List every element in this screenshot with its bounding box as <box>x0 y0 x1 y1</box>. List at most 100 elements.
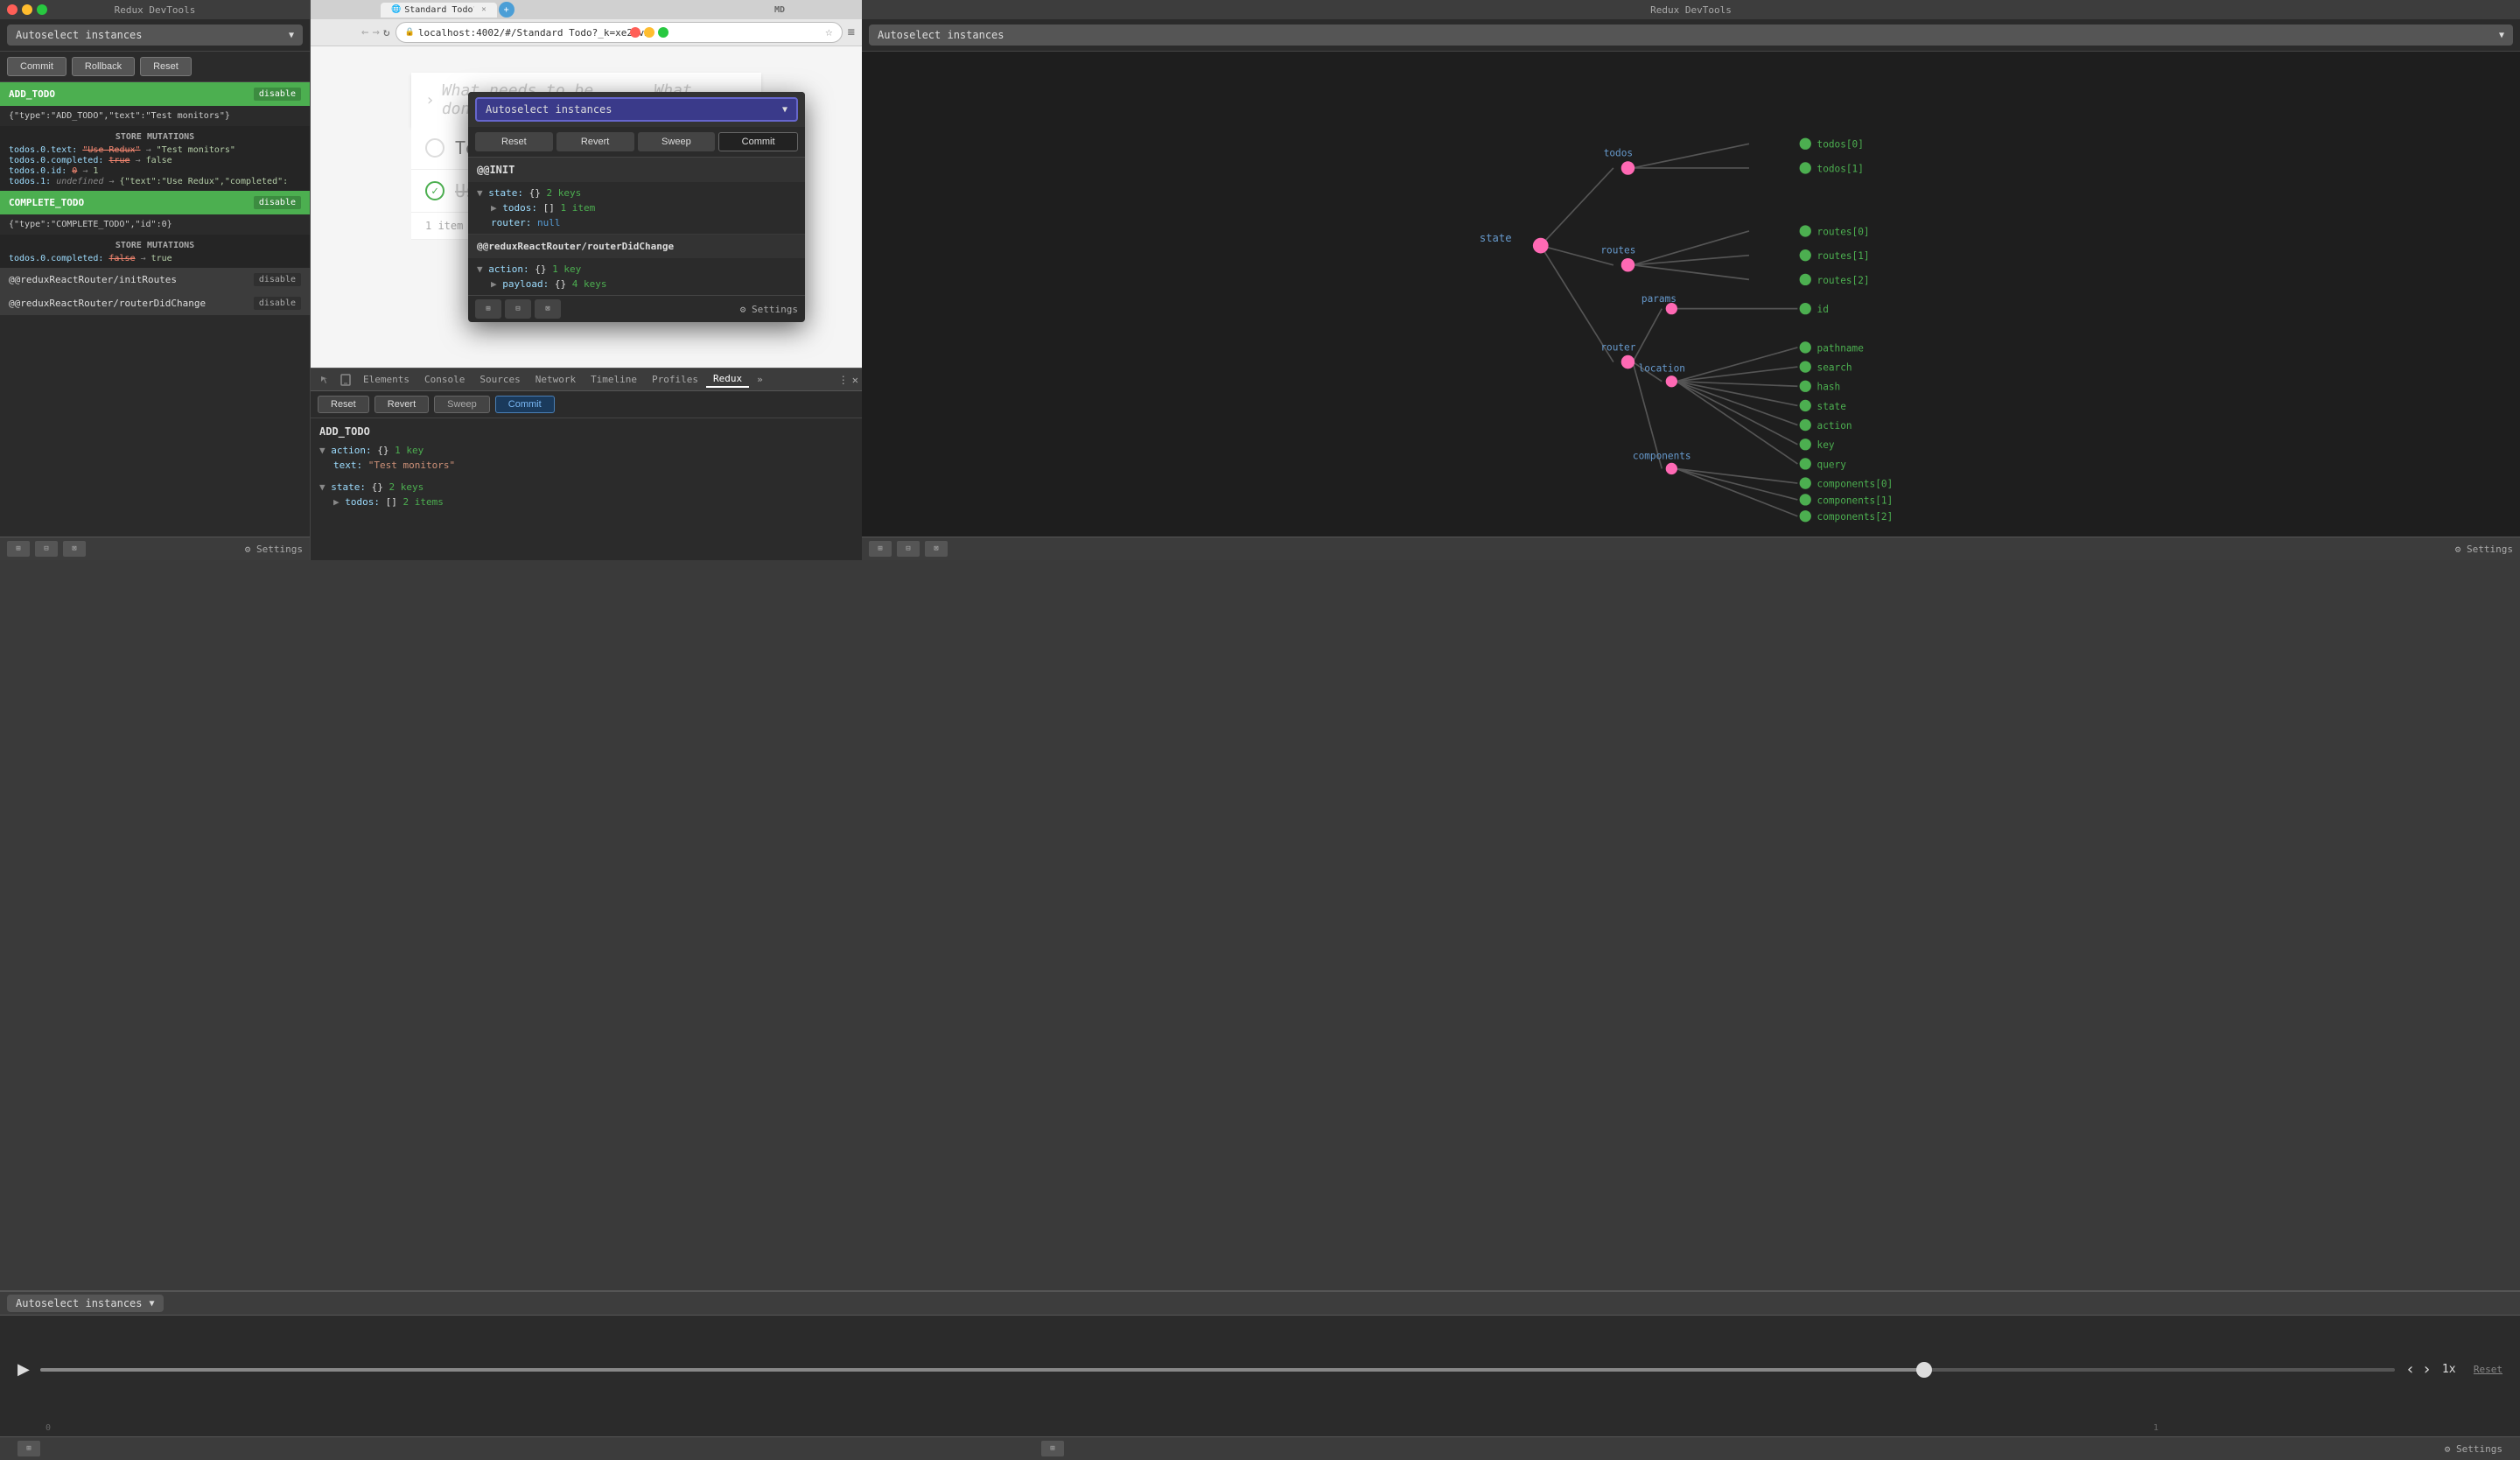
dt-tab-profiles[interactable]: Profiles <box>645 372 705 387</box>
right-icon-2[interactable]: ⊟ <box>897 541 920 557</box>
action-disable-complete-todo[interactable]: disable <box>254 196 301 209</box>
dt-close-btn[interactable]: ✕ <box>852 374 858 386</box>
popup-selector-wrap: Autoselect instances ▼ <box>468 92 805 127</box>
node-pathname <box>1800 341 1811 353</box>
browser-navbar: ← → ↻ 🔒 localhost:4002/#/Standard Todo?_… <box>311 19 862 46</box>
popup-instance-selector[interactable]: Autoselect instances ▼ <box>475 97 798 122</box>
popup-bottom: ⊞ ⊟ ⊠ ⚙ Settings <box>468 295 805 322</box>
action-disable-routerchange[interactable]: disable <box>254 297 301 310</box>
commit-button-left[interactable]: Commit <box>7 57 66 76</box>
browser-nav-btns: ← → ↻ <box>361 25 390 39</box>
progress-bar-wrap[interactable] <box>40 1368 2395 1372</box>
left-instance-selector[interactable]: Autoselect instances ▼ <box>7 25 303 46</box>
reset-button-left[interactable]: Reset <box>140 57 192 76</box>
graph-area: state todos routes router params locatio… <box>862 52 2520 537</box>
action-header-complete-todo[interactable]: COMPLETE_TODO disable <box>0 191 310 214</box>
left-icon-3[interactable]: ⊠ <box>63 541 86 557</box>
action-header-initroutes[interactable]: @@reduxReactRouter/initRoutes disable <box>0 268 310 291</box>
browser-tl-red[interactable] <box>630 27 640 38</box>
play-button[interactable]: ▶ <box>18 1360 30 1379</box>
right-instance-selector[interactable]: Autoselect instances ▼ <box>869 25 2513 46</box>
action-disable-initroutes[interactable]: disable <box>254 273 301 286</box>
action-disable-add-todo[interactable]: disable <box>254 88 301 101</box>
dt-tab-more[interactable]: » <box>750 372 770 387</box>
label-state: state <box>1480 232 1512 244</box>
md-badge: MD <box>767 3 792 18</box>
star-icon[interactable]: ☆ <box>825 25 832 39</box>
devtools-tabbar: Elements Console Sources Network Timelin… <box>311 369 862 391</box>
tl-green-left[interactable] <box>37 4 47 15</box>
dt-reset-btn[interactable]: Reset <box>318 396 369 413</box>
browser-tab-active[interactable]: 🌐 Standard Todo?... ✕ <box>381 3 497 18</box>
new-tab-btn[interactable]: + <box>499 2 514 18</box>
node-router <box>1621 355 1635 369</box>
todo-check-1[interactable] <box>425 138 444 158</box>
tl-red-left[interactable] <box>7 4 18 15</box>
tl-yellow-left[interactable] <box>22 4 32 15</box>
next-button[interactable]: › <box>2422 1360 2432 1379</box>
progress-handle[interactable] <box>1916 1362 1932 1378</box>
devtools-inspect-icon[interactable] <box>314 370 335 390</box>
action-line: ▼ action: {} 1 key <box>477 262 796 277</box>
bottom-icon-1[interactable]: ⊞ <box>18 1441 40 1456</box>
right-icon-3[interactable]: ⊠ <box>925 541 948 557</box>
popup-router-section: @@reduxReactRouter/routerDidChange ▼ act… <box>468 235 805 295</box>
dt-commit-btn[interactable]: Commit <box>495 396 555 413</box>
prev-button[interactable]: ‹ <box>2405 1360 2415 1379</box>
dt-revert-btn[interactable]: Revert <box>374 396 429 413</box>
todo-chevron[interactable]: › <box>425 91 435 109</box>
refresh-button[interactable]: ↻ <box>383 26 390 39</box>
url-bar[interactable]: 🔒 localhost:4002/#/Standard Todo?_k=xe2t… <box>396 22 843 43</box>
popup-settings-btn[interactable]: ⚙ Settings <box>740 304 798 315</box>
node-components <box>1666 463 1677 474</box>
bottom-instance-selector[interactable]: Autoselect instances ▼ <box>7 1295 164 1312</box>
browser-tab-close[interactable]: ✕ <box>481 5 486 14</box>
left-settings-btn[interactable]: ⚙ Settings <box>245 544 303 555</box>
bottom-section: Autoselect instances ▼ ▶ ‹ › 1x Reset 0 … <box>0 1290 2520 1460</box>
right-settings-btn[interactable]: ⚙ Settings <box>2455 544 2513 555</box>
node-search <box>1800 361 1811 372</box>
bottom-settings-btn[interactable]: ⚙ Settings <box>2445 1443 2502 1455</box>
dt-tab-network[interactable]: Network <box>528 372 583 387</box>
popup-sweep-btn[interactable]: Sweep <box>638 132 716 151</box>
dt-more-btn[interactable]: ⋮ <box>838 374 849 386</box>
right-icon-1[interactable]: ⊞ <box>869 541 892 557</box>
menu-icon[interactable]: ≡ <box>848 25 855 39</box>
popup-reset-btn[interactable]: Reset <box>475 132 553 151</box>
forward-button[interactable]: → <box>372 25 379 39</box>
back-button[interactable]: ← <box>361 25 368 39</box>
edge-todos-0 <box>1633 144 1749 168</box>
dt-tab-timeline[interactable]: Timeline <box>584 372 644 387</box>
dt-tab-elements[interactable]: Elements <box>356 372 416 387</box>
action-header-routerchange[interactable]: @@reduxReactRouter/routerDidChange disab… <box>0 291 310 315</box>
mutation-line-2: todos.0.completed: true → false <box>9 156 301 165</box>
mutations-title-complete-todo: STORE MUTATIONS <box>9 238 301 253</box>
payload-line: ▶ payload: {} 4 keys <box>477 277 796 291</box>
todo-check-2[interactable]: ✓ <box>425 181 444 200</box>
lock-icon: 🔒 <box>405 28 415 37</box>
edge-loc-pathname <box>1676 347 1797 382</box>
reset-btn-small[interactable]: Reset <box>2474 1364 2502 1375</box>
dt-sweep-btn[interactable]: Sweep <box>434 396 490 413</box>
left-icon-2[interactable]: ⊟ <box>35 541 58 557</box>
dt-tab-redux[interactable]: Redux <box>706 371 749 388</box>
browser-chrome: 🌐 Standard Todo?... ✕ + MD ← → ↻ 🔒 loca <box>311 0 862 46</box>
todos-line: ▶ todos: [] 1 item <box>477 200 796 215</box>
browser-tl-yellow[interactable] <box>644 27 654 38</box>
right-panel-title: Redux DevTools <box>1650 4 1732 16</box>
devtools-device-icon[interactable] <box>336 370 355 390</box>
dt-tab-console[interactable]: Console <box>417 372 472 387</box>
rollback-button-left[interactable]: Rollback <box>72 57 135 76</box>
popup-icon-1[interactable]: ⊞ <box>475 299 501 319</box>
popup-icon-2[interactable]: ⊟ <box>505 299 531 319</box>
left-icon-1[interactable]: ⊞ <box>7 541 30 557</box>
bottom-icon-2[interactable]: ⊞ <box>1041 1441 1064 1456</box>
dt-tab-sources[interactable]: Sources <box>472 372 527 387</box>
label-query: query <box>1817 459 1847 470</box>
popup-commit-btn[interactable]: Commit <box>718 132 798 151</box>
popup-revert-btn[interactable]: Revert <box>556 132 634 151</box>
popup-icon-3[interactable]: ⊠ <box>535 299 561 319</box>
browser-tl-green[interactable] <box>658 27 668 38</box>
action-header-add-todo[interactable]: ADD_TODO disable <box>0 82 310 106</box>
popup-init-body: ▼ state: {} 2 keys ▶ todos: [] 1 item ro… <box>468 182 805 234</box>
